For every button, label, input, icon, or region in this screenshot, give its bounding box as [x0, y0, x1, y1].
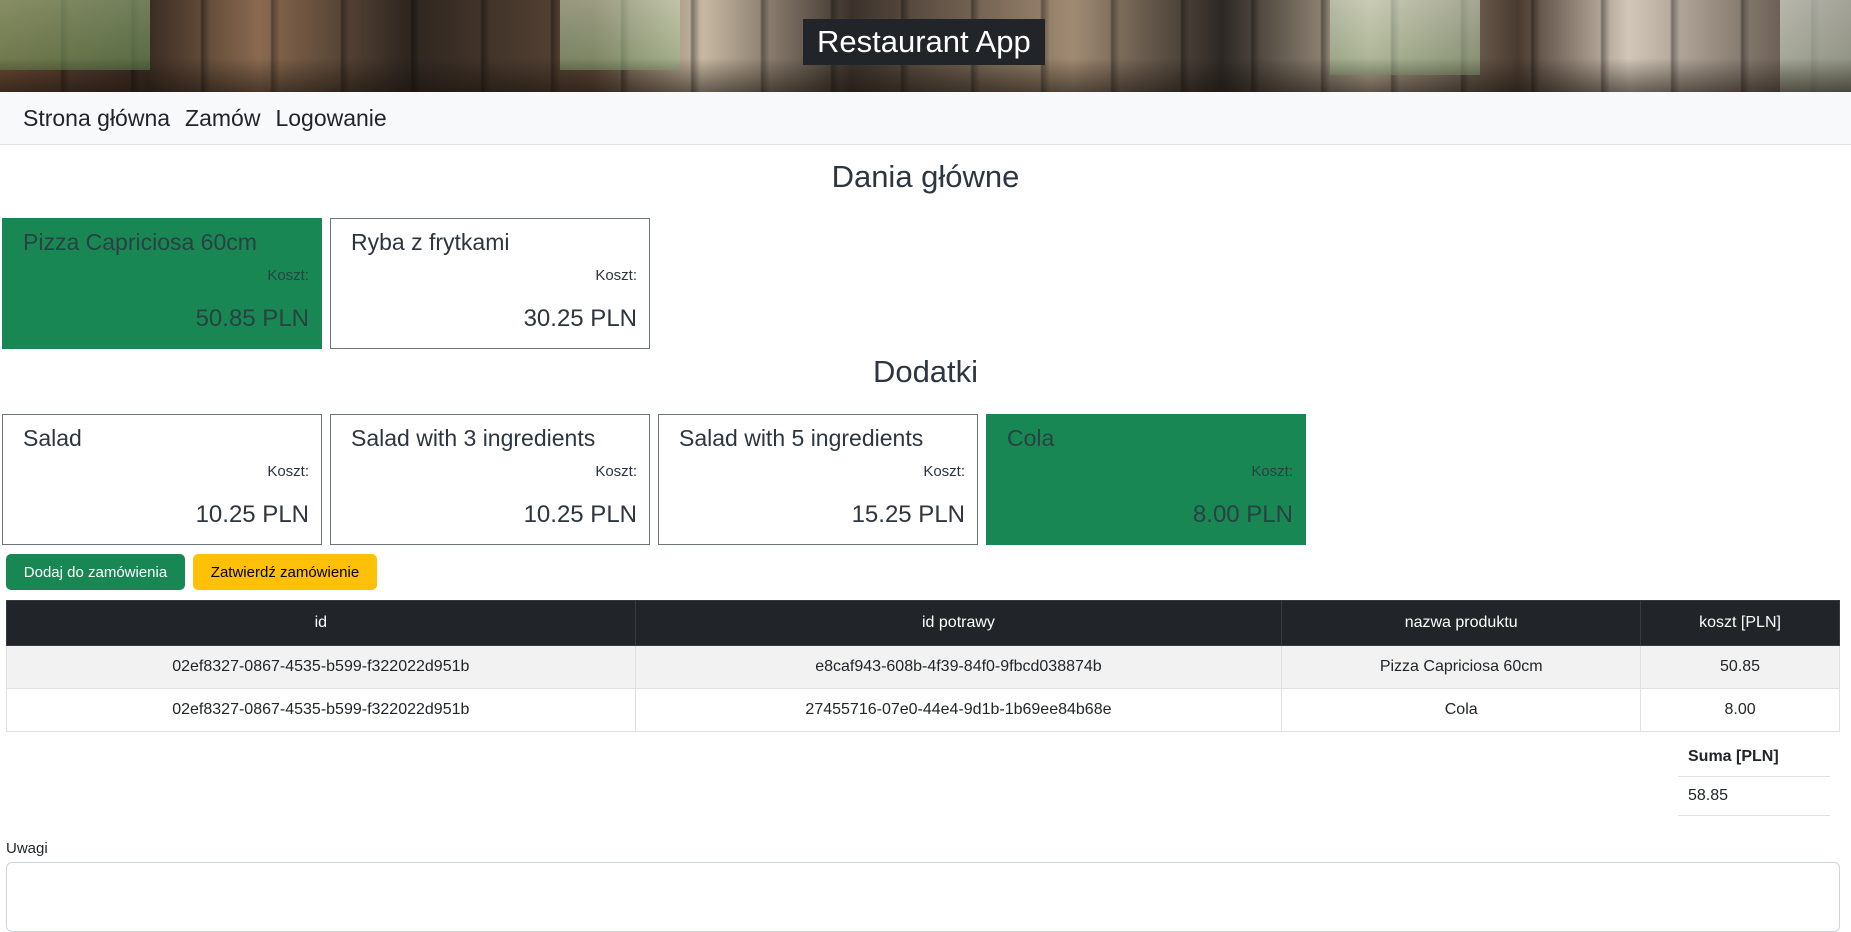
cell-product-name: Cola [1281, 688, 1642, 732]
cost-label: Koszt: [595, 463, 637, 480]
dish-card[interactable]: Ryba z frytkami Koszt: 30.25 PLN [330, 218, 650, 349]
dish-name: Pizza Capriciosa 60cm [23, 229, 257, 255]
cell-cost: 8.00 [1640, 688, 1840, 732]
notes-label: Uwagi [6, 840, 48, 857]
cost-label: Koszt: [267, 463, 309, 480]
dish-name: Ryba z frytkami [351, 229, 510, 255]
extra-card[interactable]: Salad with 5 ingredients Koszt: 15.25 PL… [658, 414, 978, 545]
cell-cost: 50.85 [1640, 645, 1840, 689]
main-dishes-title: Dania główne [831, 159, 1020, 194]
dish-price: 30.25 PLN [523, 305, 637, 332]
app-title: Restaurant App [803, 19, 1045, 65]
sum-value: 58.85 [1678, 776, 1830, 816]
banner-window [0, 0, 150, 70]
extra-name: Salad with 3 ingredients [351, 425, 596, 451]
column-header-dish-id: id potrawy [634, 600, 1283, 646]
cost-label: Koszt: [267, 267, 309, 284]
cell-id: 02ef8327-0867-4535-b599-f322022d951b [6, 645, 636, 689]
banner-window [1780, 0, 1851, 92]
dish-card[interactable]: Pizza Capriciosa 60cm Koszt: 50.85 PLN [2, 218, 322, 349]
cell-product-name: Pizza Capriciosa 60cm [1281, 645, 1642, 689]
nav-home[interactable]: Strona główna [23, 105, 170, 132]
cost-label: Koszt: [923, 463, 965, 480]
extra-price: 10.25 PLN [523, 501, 637, 528]
sum-table: Suma [PLN] 58.85 [1678, 738, 1830, 816]
column-header-id: id [6, 600, 636, 646]
header-banner: Restaurant App [0, 0, 1851, 92]
sum-header: Suma [PLN] [1678, 738, 1830, 777]
cell-id: 02ef8327-0867-4535-b599-f322022d951b [6, 688, 636, 732]
confirm-order-button[interactable]: Zatwierdź zamówienie [193, 554, 377, 590]
table-row[interactable]: 02ef8327-0867-4535-b599-f322022d951b e8c… [6, 645, 1840, 689]
banner-window [560, 0, 680, 70]
extra-price: 10.25 PLN [195, 501, 309, 528]
cost-label: Koszt: [595, 267, 637, 284]
table-row[interactable]: 02ef8327-0867-4535-b599-f322022d951b 274… [6, 688, 1840, 732]
column-header-product-name: nazwa produktu [1281, 600, 1642, 646]
extras-title: Dodatki [872, 354, 979, 389]
extra-price: 8.00 PLN [1192, 501, 1293, 528]
nav-order[interactable]: Zamów [185, 105, 260, 132]
notes-textarea[interactable] [6, 862, 1840, 932]
column-header-cost: koszt [PLN] [1640, 600, 1840, 646]
extra-card[interactable]: Cola Koszt: 8.00 PLN [986, 414, 1306, 545]
navbar: Strona główna Zamów Logowanie [0, 92, 1851, 145]
extra-name: Salad [23, 425, 82, 451]
orders-table: id id potrawy nazwa produktu koszt [PLN]… [6, 600, 1840, 732]
extra-name: Salad with 5 ingredients [679, 425, 924, 451]
dish-price: 50.85 PLN [195, 305, 309, 332]
extra-price: 15.25 PLN [851, 501, 965, 528]
cell-dish-id: e8caf943-608b-4f39-84f0-9fbcd038874b [634, 645, 1283, 689]
banner-window [1330, 0, 1480, 75]
table-header-row: id id potrawy nazwa produktu koszt [PLN] [6, 600, 1840, 646]
cost-label: Koszt: [1251, 463, 1293, 480]
extra-name: Cola [1007, 425, 1055, 451]
cell-dish-id: 27455716-07e0-44e4-9d1b-1b69ee84b68e [634, 688, 1283, 732]
extra-card[interactable]: Salad Koszt: 10.25 PLN [2, 414, 322, 545]
extra-card[interactable]: Salad with 3 ingredients Koszt: 10.25 PL… [330, 414, 650, 545]
add-to-order-button[interactable]: Dodaj do zamówienia [6, 554, 185, 590]
nav-login[interactable]: Logowanie [275, 105, 386, 132]
